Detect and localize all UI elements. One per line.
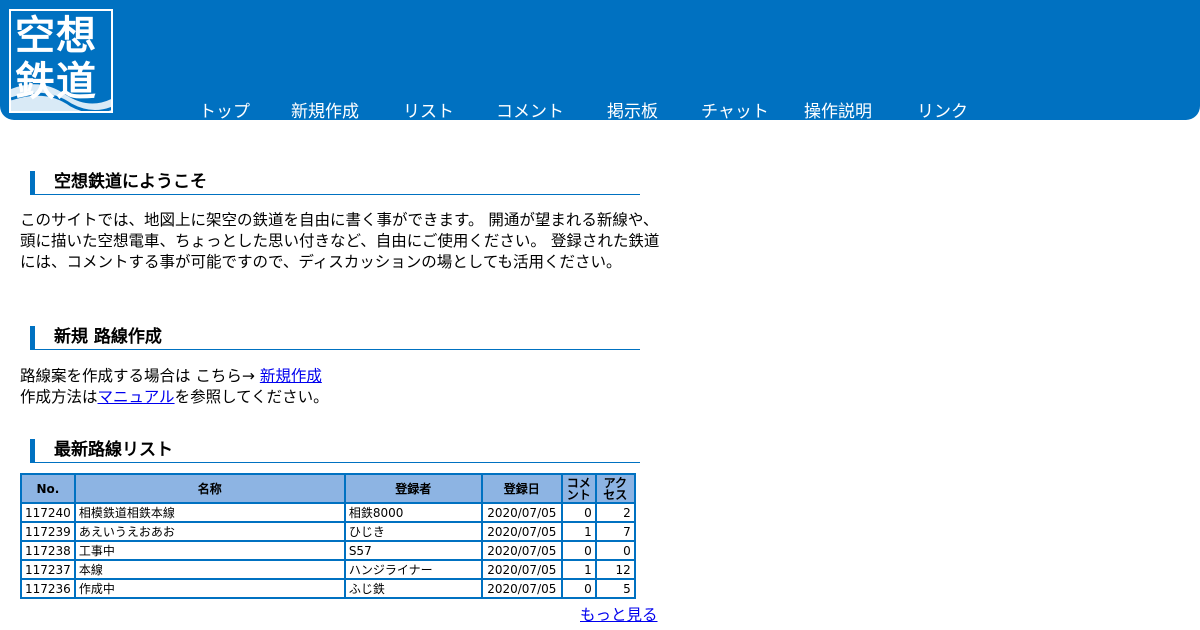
row-access-count: 5	[594, 578, 636, 599]
row-author: ふじ鉄	[343, 578, 483, 599]
row-date: 2020/07/05	[480, 502, 563, 523]
nav-top[interactable]: トップ	[199, 97, 250, 122]
table-header-row: No. 名称 登録者 登録日 コメント アクセス	[20, 473, 636, 504]
row-no: 117238	[20, 540, 76, 561]
row-access-count: 2	[594, 502, 636, 523]
row-no: 117239	[20, 521, 76, 542]
col-access: アクセス	[594, 473, 636, 504]
row-comment-count: 0	[560, 502, 597, 523]
table-row[interactable]: 117238 工事中 S57 2020/07/05 0 0	[20, 540, 636, 561]
create-line2-post: を参照してください。	[174, 388, 329, 406]
logo-text-line2: 鉄道	[15, 59, 97, 105]
row-comment-count: 0	[560, 540, 597, 561]
create-line2: 作成方法はマニュアルを参照してください。	[20, 387, 329, 408]
row-access-count: 0	[594, 540, 636, 561]
nav-new[interactable]: 新規作成	[291, 97, 359, 122]
create-heading: 新規 路線作成	[30, 326, 640, 350]
row-name-link[interactable]: 工事中	[73, 540, 346, 561]
row-date: 2020/07/05	[480, 521, 563, 542]
logo-text-line1: 空想	[15, 13, 97, 59]
create-line1: 路線案を作成する場合は こちら→ 新規作成	[20, 366, 322, 387]
row-no: 117237	[20, 559, 76, 580]
row-no: 117236	[20, 578, 76, 599]
row-comment-count: 0	[560, 578, 597, 599]
nav-list[interactable]: リスト	[403, 97, 454, 122]
welcome-heading: 空想鉄道にようこそ	[30, 171, 640, 195]
nav-comment[interactable]: コメント	[496, 97, 564, 122]
table-body: 117240 相模鉄道相鉄本線 相鉄8000 2020/07/05 0 2 117239 あえ…	[20, 502, 636, 599]
col-no: No.	[20, 473, 76, 504]
nav-chat[interactable]: チャット	[701, 97, 769, 122]
row-access-count: 7	[594, 521, 636, 542]
table-row[interactable]: 117236 作成中 ふじ鉄 2020/07/05 0 5	[20, 578, 636, 599]
row-name-link[interactable]: あえいうえおあお	[73, 521, 346, 542]
col-date: 登録日	[480, 473, 563, 504]
nav-board[interactable]: 掲示板	[607, 97, 658, 122]
create-line1-text: 路線案を作成する場合は こちら→	[20, 367, 260, 385]
table-row[interactable]: 117240 相模鉄道相鉄本線 相鉄8000 2020/07/05 0 2	[20, 502, 636, 523]
latest-heading: 最新路線リスト	[30, 439, 640, 463]
row-author: ひじき	[343, 521, 483, 542]
latest-routes-table: No. 名称 登録者 登録日 コメント アクセス 117240 相模鉄道相鉄本線相…	[20, 473, 636, 599]
more-link[interactable]: もっと見る	[580, 603, 658, 625]
col-author: 登録者	[343, 473, 483, 504]
row-name-link[interactable]: 作成中	[73, 578, 346, 599]
nav-manual[interactable]: 操作説明	[804, 97, 872, 122]
row-access-count: 12	[594, 559, 636, 580]
new-create-link[interactable]: 新規作成	[260, 367, 322, 385]
col-comment: コメント	[560, 473, 597, 504]
nav-links[interactable]: リンク	[917, 97, 968, 122]
table-row[interactable]: 117237 本線 ハンジライナー 2020/07/05 1 12	[20, 559, 636, 580]
row-no: 117240	[20, 502, 76, 523]
row-name-link[interactable]: 相模鉄道相鉄本線	[73, 502, 346, 523]
row-comment-count: 1	[560, 559, 597, 580]
col-name: 名称	[73, 473, 346, 504]
row-name-link[interactable]: 本線	[73, 559, 346, 580]
row-date: 2020/07/05	[480, 559, 563, 580]
manual-link[interactable]: マニュアル	[98, 388, 175, 406]
site-header: 空想 鉄道 トップ 新規作成 リスト コメント 掲示板 チャット 操作説明 リン…	[0, 0, 1200, 122]
table-row[interactable]: 117239 あえいうえおあお ひじき 2020/07/05 1 7	[20, 521, 636, 542]
welcome-text: このサイトでは、地図上に架空の鉄道を自由に書く事ができます。 開通が望まれる新線…	[20, 211, 660, 271]
row-author: 相鉄8000	[343, 502, 483, 523]
row-author: ハンジライナー	[343, 559, 483, 580]
site-logo[interactable]: 空想 鉄道	[9, 9, 113, 113]
create-line2-pre: 作成方法は	[20, 388, 98, 406]
row-date: 2020/07/05	[480, 578, 563, 599]
row-author: S57	[343, 540, 483, 561]
row-date: 2020/07/05	[480, 540, 563, 561]
row-comment-count: 1	[560, 521, 597, 542]
